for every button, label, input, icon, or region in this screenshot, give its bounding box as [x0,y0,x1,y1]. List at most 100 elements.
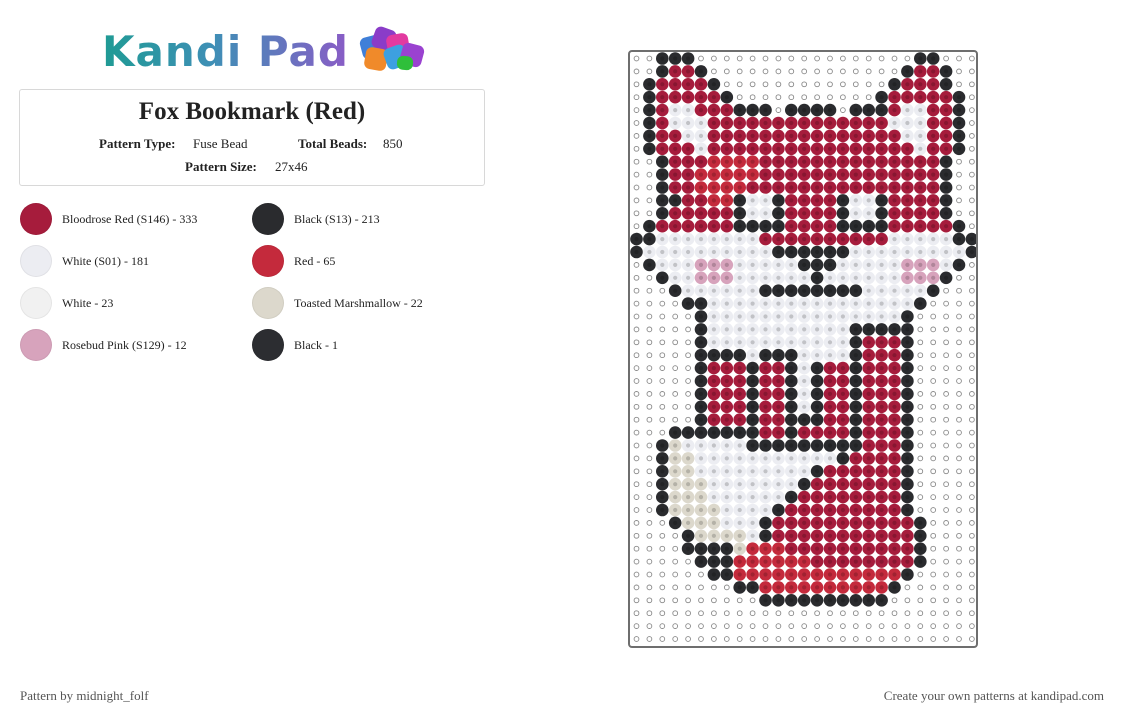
bead-hole [866,533,871,538]
bead-hole [892,198,897,203]
bead-hole [776,275,781,280]
empty-peg [659,545,666,552]
bead-hole [789,533,794,538]
bead-hole [827,198,833,203]
bead-hole [750,353,755,358]
empty-peg [956,636,962,642]
bead-hole [711,520,716,525]
bead-hole [918,211,923,216]
bead-hole [737,533,742,538]
kandipad-cta-link[interactable]: Create your own patterns at kandipad.com [884,688,1104,704]
bead-hole [724,237,729,242]
bead-hole [776,456,781,461]
bead-hole [931,211,936,216]
pattern-type-label: Pattern Type: [99,136,176,151]
bead-hole [802,275,807,280]
bead-hole [686,546,691,551]
bead-hole [763,275,768,280]
empty-peg [814,94,820,101]
bead-hole [776,378,781,384]
empty-peg [956,558,962,565]
empty-peg [698,636,704,642]
bead-hole [750,172,755,177]
bead-hole [853,237,858,242]
empty-peg [956,481,962,488]
empty-peg [672,571,679,578]
empty-peg [723,584,730,591]
bead-hole [866,572,871,577]
bead-hole [763,507,768,513]
empty-peg [672,558,679,565]
bead-hole [673,172,678,177]
empty-peg [659,636,666,642]
bead-hole [853,533,858,538]
bead-hole [776,585,781,590]
empty-peg [878,623,885,629]
legend-item: Rosebud Pink (S129) - 12 [20,328,187,362]
bead-pattern-board[interactable] [628,50,978,648]
bead-hole [969,249,974,255]
bead-hole [737,456,742,461]
empty-peg [646,313,653,320]
bead-hole [892,301,897,306]
bead-hole [711,430,716,435]
bead-hole [815,224,820,229]
empty-peg [698,623,704,629]
empty-peg [685,416,691,423]
empty-peg [749,94,756,101]
bead-hole [815,353,820,358]
bead-hole [892,430,897,435]
bead-hole [866,301,871,306]
empty-peg [646,455,653,462]
bead-hole [737,559,742,564]
empty-peg [917,455,924,462]
empty-peg [917,442,924,449]
legend-item: Black (S13) - 213 [252,202,380,236]
empty-peg [646,403,653,410]
bead-hole [789,378,794,384]
bead-hole [673,456,678,461]
empty-peg [672,313,679,320]
bead-hole [866,456,871,461]
bead-hole [724,378,729,384]
bead-hole [789,520,794,525]
kandi-pad-logo[interactable]: Kandi Pad [102,24,437,76]
bead-hole [866,366,871,371]
empty-peg [904,584,911,591]
bead-hole [776,301,781,306]
bead-hole [944,95,949,100]
bead-hole [763,443,768,448]
bead-hole [776,482,781,487]
empty-peg [969,584,975,591]
bead-hole [711,482,716,487]
bead-hole [827,133,833,138]
empty-peg [659,313,666,320]
bead-hole [944,146,949,151]
bead-hole [763,211,768,216]
empty-peg [904,610,911,617]
empty-peg [775,636,782,642]
empty-peg [659,378,666,384]
empty-peg [956,81,962,88]
bead-hole [802,288,807,293]
bead-hole [737,391,742,396]
empty-peg [930,429,937,436]
bead-hole [944,262,949,267]
empty-peg [852,68,859,75]
bead-hole [827,391,833,396]
bead-hole [711,172,716,177]
pattern-size-value: 27x46 [275,159,308,174]
empty-peg [723,597,730,604]
bead-hole [763,546,768,551]
bead-hole [853,340,858,345]
empty-peg [969,468,975,475]
empty-peg [904,636,911,642]
bead-hole [634,237,639,242]
bead-hole [827,249,833,255]
bead-hole [750,559,755,564]
bead-hole [750,327,755,332]
bead-hole [660,482,665,487]
bead-hole [905,533,910,538]
empty-peg [633,171,640,178]
bead-hole [866,211,871,216]
